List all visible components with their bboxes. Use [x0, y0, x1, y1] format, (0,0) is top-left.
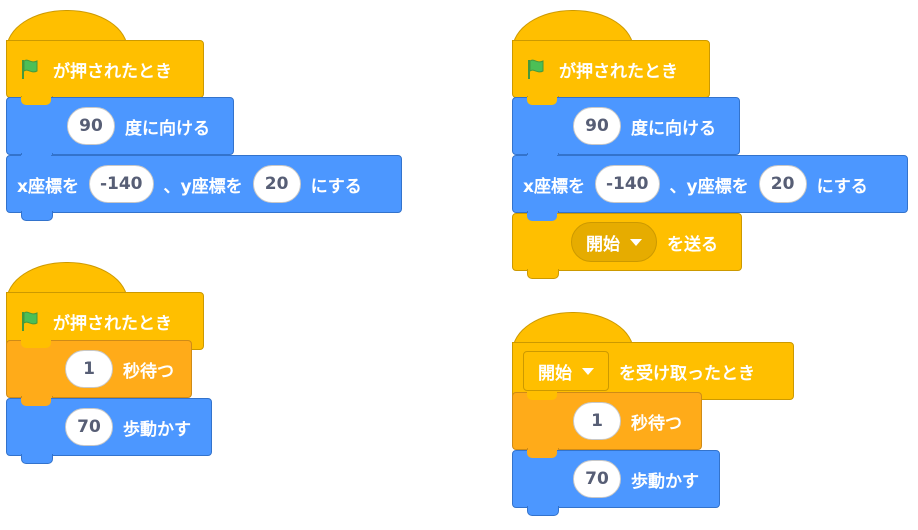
broadcast-block[interactable]: 開始 を送る [512, 213, 742, 279]
block-label: 歩動かす [123, 419, 191, 440]
block-label: x座標を [523, 176, 585, 197]
block-label: にする [816, 176, 868, 197]
y-input[interactable]: 20 [252, 165, 301, 203]
script-3: が押されたとき 90 度に向ける x座標を -140 、y座標を 20 にする … [512, 10, 912, 279]
green-flag-icon [22, 59, 38, 79]
x-input[interactable]: -140 [88, 165, 154, 203]
script-2: が押されたとき 1 秒待つ 70 歩動かす [6, 262, 226, 464]
wait-seconds-block[interactable]: 1 秒待つ [512, 392, 702, 458]
block-label: 秒待つ [631, 413, 682, 434]
move-steps-block[interactable]: 70 歩動かす [512, 450, 720, 516]
direction-input[interactable]: 90 [67, 107, 115, 145]
script-1: が押されたとき 90 度に向ける x座標を -140 、y座標を 20 にする [6, 10, 406, 221]
block-label: 度に向ける [125, 118, 210, 139]
message-dropdown[interactable]: 開始 [571, 222, 657, 262]
block-label: 、y座標を [163, 176, 243, 197]
when-flag-clicked-block[interactable]: が押されたとき [6, 40, 204, 106]
point-in-direction-block[interactable]: 90 度に向ける [6, 97, 234, 163]
x-input[interactable]: -140 [594, 165, 660, 203]
dropdown-label: 開始 [586, 234, 620, 255]
block-label: を送る [667, 234, 718, 255]
go-to-xy-block[interactable]: x座標を -140 、y座標を 20 にする [512, 155, 908, 221]
seconds-input[interactable]: 1 [573, 402, 621, 440]
block-label: x座標を [17, 176, 79, 197]
hat-label: が押されたとき [559, 61, 678, 82]
block-label: 歩動かす [631, 471, 699, 492]
when-flag-clicked-block[interactable]: が押されたとき [512, 40, 710, 106]
dropdown-caret-icon [582, 367, 594, 375]
wait-seconds-block[interactable]: 1 秒待つ [6, 340, 192, 406]
hat-label: が押されたとき [53, 61, 172, 82]
dropdown-label: 開始 [538, 363, 572, 384]
green-flag-icon [528, 59, 544, 79]
green-flag-icon [22, 311, 38, 331]
direction-input[interactable]: 90 [573, 107, 621, 145]
go-to-xy-block[interactable]: x座標を -140 、y座標を 20 にする [6, 155, 402, 221]
point-in-direction-block[interactable]: 90 度に向ける [512, 97, 740, 163]
dropdown-caret-icon [630, 238, 642, 246]
script-4: 開始 を受け取ったとき 1 秒待つ 70 歩動かす [512, 312, 802, 522]
steps-input[interactable]: 70 [65, 408, 113, 446]
message-dropdown[interactable]: 開始 [523, 351, 609, 391]
steps-input[interactable]: 70 [573, 460, 621, 498]
block-label: 、y座標を [669, 176, 749, 197]
hat-label: を受け取ったとき [619, 363, 755, 384]
seconds-input[interactable]: 1 [65, 350, 113, 388]
block-label: にする [310, 176, 362, 197]
block-label: 秒待つ [123, 361, 174, 382]
y-input[interactable]: 20 [758, 165, 807, 203]
hat-label: が押されたとき [53, 313, 172, 334]
move-steps-block[interactable]: 70 歩動かす [6, 398, 212, 464]
block-label: 度に向ける [631, 118, 716, 139]
